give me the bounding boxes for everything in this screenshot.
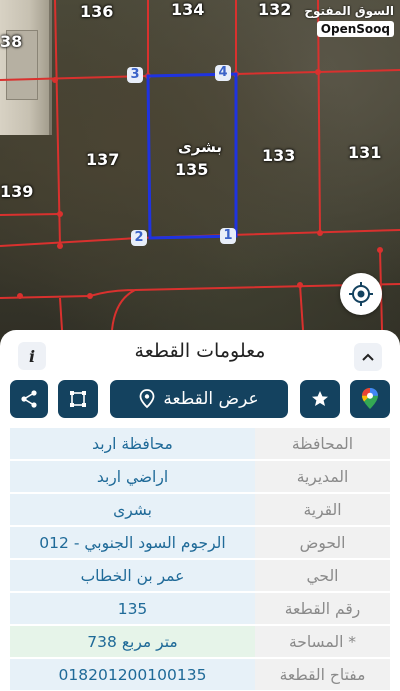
share-icon: [21, 390, 37, 408]
parcel-number: 131: [348, 143, 382, 162]
view-parcel-button[interactable]: عرض القطعة: [110, 380, 288, 418]
table-row: 738 متر مربع المساحة *: [10, 626, 390, 657]
chevron-up-icon: [362, 353, 374, 361]
location-pin-icon: [139, 389, 155, 409]
neighborhood-value: عمر بن الخطاب: [10, 560, 255, 591]
basin-label: الحوض: [255, 527, 390, 558]
google-maps-button[interactable]: [350, 380, 390, 418]
village-value: بشرى: [10, 494, 255, 525]
selected-parcel-number: 135: [175, 160, 209, 179]
favorite-button[interactable]: [300, 380, 340, 418]
watermark-arabic: السوق المفتوح: [304, 4, 394, 18]
area-value: 738 متر مربع: [10, 626, 255, 657]
opensooq-watermark: السوق المفتوح OpenSooq: [304, 4, 394, 37]
directorate-value: اراضي اربد: [10, 461, 255, 492]
panel-header: i معلومات القطعة: [0, 330, 400, 378]
view-parcel-label: عرض القطعة: [163, 389, 259, 409]
vertex-marker-1: 1: [220, 228, 236, 244]
table-row: عمر بن الخطاب الحي: [10, 560, 390, 591]
panel-title: معلومات القطعة: [134, 340, 266, 362]
table-row: اراضي اربد المديرية: [10, 461, 390, 492]
parcel-info-table: محافظة اربد المحافظة اراضي اربد المديرية…: [10, 426, 390, 691]
selected-parcel-outline: [146, 72, 238, 240]
governorate-label: المحافظة: [255, 428, 390, 459]
parcel-number: 139: [0, 182, 34, 201]
table-row: بشرى القرية: [10, 494, 390, 525]
parcel-number-label: رقم القطعة: [255, 593, 390, 624]
parcel-number: 134: [171, 0, 205, 19]
village-label: القرية: [255, 494, 390, 525]
select-area-button[interactable]: [58, 380, 98, 418]
table-row: 135 رقم القطعة: [10, 593, 390, 624]
table-row: محافظة اربد المحافظة: [10, 428, 390, 459]
vertex-marker-2: 2: [131, 230, 147, 246]
vertex-marker-3: 3: [127, 67, 143, 83]
watermark-english: OpenSooq: [316, 21, 394, 37]
governorate-value: محافظة اربد: [10, 428, 255, 459]
crop-frame-icon: [70, 391, 86, 407]
parcel-info-panel: i معلومات القطعة عرض القطعة محافظة اربد …: [0, 330, 400, 691]
star-icon: [312, 391, 328, 406]
vertex-marker-4: 4: [215, 65, 231, 81]
table-row: 018201200100135 مفتاح القطعة: [10, 659, 390, 690]
parcel-number: 133: [262, 146, 296, 165]
parcel-number-value: 135: [10, 593, 255, 624]
basin-value: الرجوم السود الجنوبي - 012: [10, 527, 255, 558]
parcel-number: 137: [86, 150, 120, 169]
area-label: المساحة *: [255, 626, 390, 657]
parcel-number: 38: [0, 32, 23, 51]
my-location-button[interactable]: [340, 273, 382, 315]
neighborhood-label: الحي: [255, 560, 390, 591]
parcel-number: 132: [258, 0, 292, 19]
selected-parcel-name: بشرى: [178, 138, 222, 156]
collapse-panel-button[interactable]: [354, 343, 382, 371]
google-maps-icon: [362, 388, 378, 409]
action-bar: عرض القطعة: [0, 380, 400, 420]
parcel-boundaries: [0, 0, 400, 331]
parcel-number: 136: [80, 2, 114, 21]
map-view[interactable]: 136 134 132 38 137 133 131 139 بشرى 135 …: [0, 0, 400, 360]
parcel-key-value: 018201200100135: [10, 659, 255, 690]
table-row: الرجوم السود الجنوبي - 012 الحوض: [10, 527, 390, 558]
parcel-key-label: مفتاح القطعة: [255, 659, 390, 690]
directorate-label: المديرية: [255, 461, 390, 492]
share-button[interactable]: [10, 380, 48, 418]
crosshair-icon: [349, 282, 373, 306]
